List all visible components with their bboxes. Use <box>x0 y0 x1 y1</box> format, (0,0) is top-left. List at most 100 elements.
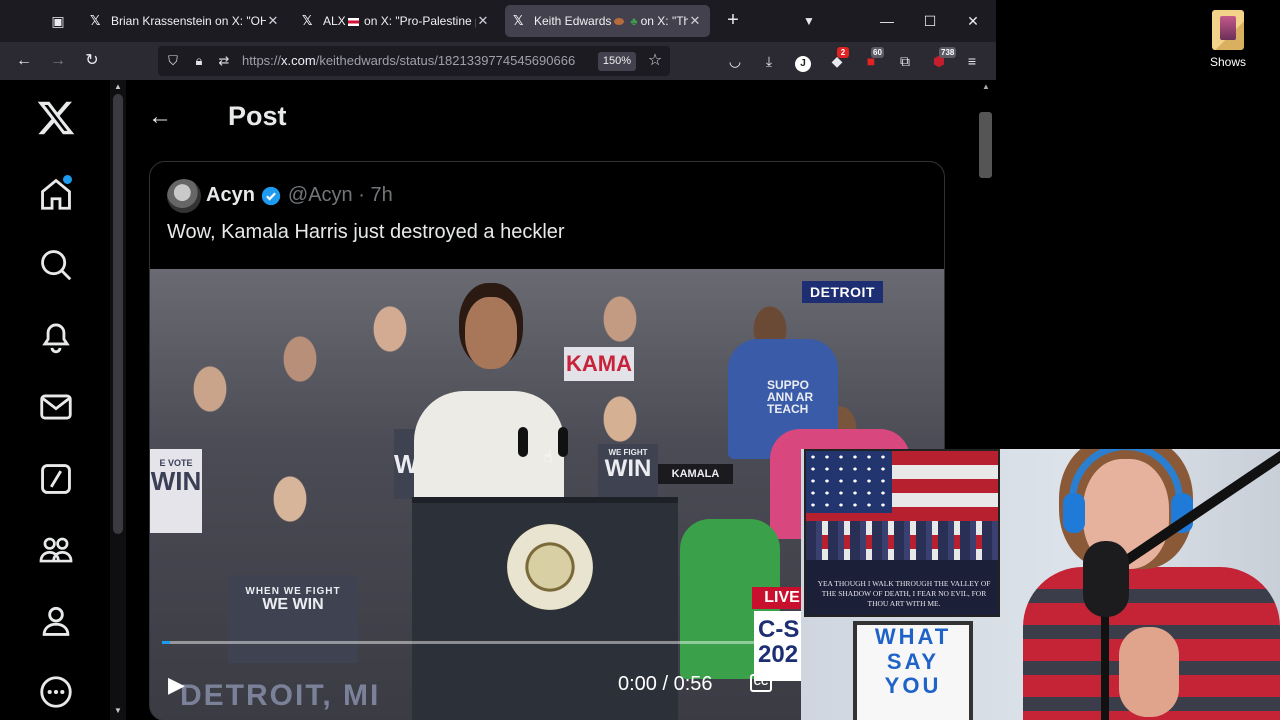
new-tab-button[interactable]: + <box>722 8 744 34</box>
author-name[interactable]: Acyn <box>206 184 255 207</box>
scroll-up-arrow-icon[interactable]: ▲ <box>980 82 992 91</box>
close-tab-icon[interactable]: ✕ <box>476 13 490 29</box>
flag-stars <box>806 451 892 513</box>
search-icon[interactable] <box>37 246 75 284</box>
sign-kama: KAMA <box>564 347 634 381</box>
extension-badge: 60 <box>871 47 884 58</box>
zoom-level-button[interactable]: 150% <box>598 52 636 71</box>
x-favicon-icon: 𝕏 <box>90 13 101 28</box>
communities-icon[interactable] <box>37 531 75 569</box>
reload-button[interactable]: ↻ <box>79 49 105 73</box>
x-sidebar <box>0 80 110 720</box>
hand-cursor-icon: ☝ <box>543 449 553 466</box>
tab-alx[interactable]: 𝕏 ALX on X: "Pro-Palestine pro ✕ <box>294 5 498 37</box>
webcam-overlay: YEA THOUGH I WALK THROUGH THE VALLEY OF … <box>801 449 1280 720</box>
tab-title: Keith Edwards♣on X: "This <box>534 14 688 28</box>
poster-caption: YEA THOUGH I WALK THROUGH THE VALLEY OF … <box>817 579 991 608</box>
close-window-button[interactable]: ✕ <box>958 8 988 34</box>
maximize-button[interactable]: ☐ <box>915 8 945 34</box>
shirt-text: SUPPO ANN AR TEACH <box>767 378 814 416</box>
firefox-view-icon[interactable]: ▣ <box>44 8 72 34</box>
tab-keith-edwards[interactable]: 𝕏 Keith Edwards♣on X: "This ✕ <box>505 5 710 37</box>
notification-dot <box>63 175 72 184</box>
video-frame-speaker-body <box>414 391 564 511</box>
folder-icon[interactable] <box>1212 10 1244 50</box>
video-frame-mic <box>558 427 568 457</box>
scroll-up-arrow-icon[interactable]: ▲ <box>113 82 123 91</box>
lightbox-line: SAY <box>886 648 940 674</box>
author-handle-time[interactable]: @Acyn · 7h <box>288 184 393 207</box>
tab-title: Brian Krassenstein on X: "OH M <box>111 14 266 28</box>
close-tab-icon[interactable]: ✕ <box>688 13 702 29</box>
lock-icon[interactable]: 🔒︎ <box>190 52 208 70</box>
permissions-icon[interactable]: ⇄ <box>215 52 233 70</box>
url-text[interactable]: https://x.com/keithedwards/status/182133… <box>242 53 575 68</box>
tab-title: ALX on X: "Pro-Palestine pro <box>323 14 476 28</box>
ublock-icon[interactable]: ⬢ 738 <box>928 47 957 72</box>
notifications-bell-icon[interactable] <box>37 317 75 355</box>
profile-icon[interactable] <box>37 602 75 640</box>
j-extension-icon[interactable]: J <box>792 50 814 72</box>
scrollbar-thumb[interactable] <box>979 112 992 178</box>
scroll-down-arrow-icon[interactable]: ▼ <box>113 706 123 715</box>
vice-president-seal-icon <box>507 524 593 610</box>
grok-icon[interactable] <box>37 460 75 498</box>
puzzle-icon[interactable]: ⧉ <box>894 50 916 72</box>
back-button[interactable]: ← <box>11 49 37 73</box>
video-progress-fill <box>162 641 170 644</box>
tab-brian-krassenstein[interactable]: 𝕏 Brian Krassenstein on X: "OH M ✕ <box>82 5 288 37</box>
extension-a-icon[interactable]: ◆ 2 <box>826 47 849 72</box>
tracking-protection-shield-icon[interactable]: ⛉ <box>164 52 182 70</box>
avatar[interactable] <box>167 179 201 213</box>
video-frame-mic <box>518 427 528 457</box>
pocket-icon[interactable]: ◡ <box>724 50 746 72</box>
headphones-icon <box>1069 449 1183 513</box>
flag-icon <box>347 17 359 26</box>
mic-stem <box>1101 614 1109 720</box>
post-author-row: Acyn @Acyn · 7h <box>206 184 393 207</box>
sidebar-scrollbar[interactable]: ▲ ▼ <box>110 80 126 720</box>
lightbox-line: WHAT <box>874 624 952 649</box>
city-skyline <box>806 521 998 577</box>
navigation-toolbar: ← → ↻ ⛉ 🔒︎ ⇄ https://x.com/keithedwards/… <box>0 42 996 80</box>
post-text: Wow, Kamala Harris just destroyed a heck… <box>167 221 565 243</box>
football-icon <box>614 18 625 26</box>
page-title: Post <box>228 101 287 131</box>
list-all-tabs-chevron-icon[interactable]: ▼ <box>798 8 820 34</box>
streamer-hand <box>1119 627 1179 717</box>
scrollbar-thumb[interactable] <box>113 94 123 534</box>
forward-button[interactable]: → <box>45 49 71 73</box>
sign-we-fight-win: WE FIGHT WIN <box>598 444 658 498</box>
x-favicon-icon: 𝕏 <box>302 13 313 28</box>
extension-badge: 738 <box>939 47 957 58</box>
play-icon[interactable]: ▶ <box>168 672 192 698</box>
back-arrow-icon[interactable]: ← <box>148 102 178 132</box>
location-badge: DETROIT <box>802 281 883 303</box>
x-logo-icon[interactable] <box>36 98 76 138</box>
home-icon[interactable] <box>37 175 75 213</box>
folder-thumbnail <box>1220 16 1236 40</box>
x-favicon-icon: 𝕏 <box>513 13 524 28</box>
messages-envelope-icon[interactable] <box>37 388 75 426</box>
folder-label[interactable]: Shows <box>1196 55 1260 69</box>
url-bar[interactable]: ⛉ 🔒︎ ⇄ https://x.com/keithedwards/status… <box>158 46 670 76</box>
sign-kamala: KAMALA <box>658 464 733 484</box>
closed-captions-button[interactable]: CC <box>750 674 772 692</box>
extension-b-icon[interactable]: ■ 60 <box>860 47 884 72</box>
bookmark-star-icon[interactable]: ☆ <box>646 51 664 71</box>
hamburger-menu-icon[interactable]: ≡ <box>961 50 983 72</box>
lightbox-sign: WHAT SAY YOU <box>853 621 973 720</box>
headphone-earcup <box>1063 493 1085 533</box>
lightbox-line: YOU <box>884 673 942 699</box>
tab-bar: ▣ 𝕏 Brian Krassenstein on X: "OH M ✕ 𝕏 A… <box>0 0 996 42</box>
sign-when-we-fight-we-win: WHEN WE FIGHT WE WIN <box>228 575 358 663</box>
palm-tree-icon: ♣ <box>630 16 638 28</box>
minimize-button[interactable]: — <box>872 8 902 34</box>
download-icon[interactable]: ⤓ <box>758 50 780 72</box>
extension-badge: 2 <box>837 47 849 58</box>
video-lower-third: DETROIT, MI <box>180 679 381 712</box>
screen: ▣ 𝕏 Brian Krassenstein on X: "OH M ✕ 𝕏 A… <box>0 0 1280 720</box>
wall-poster: YEA THOUGH I WALK THROUGH THE VALLEY OF … <box>804 449 1000 617</box>
close-tab-icon[interactable]: ✕ <box>266 13 280 29</box>
more-options-icon[interactable] <box>37 673 75 711</box>
